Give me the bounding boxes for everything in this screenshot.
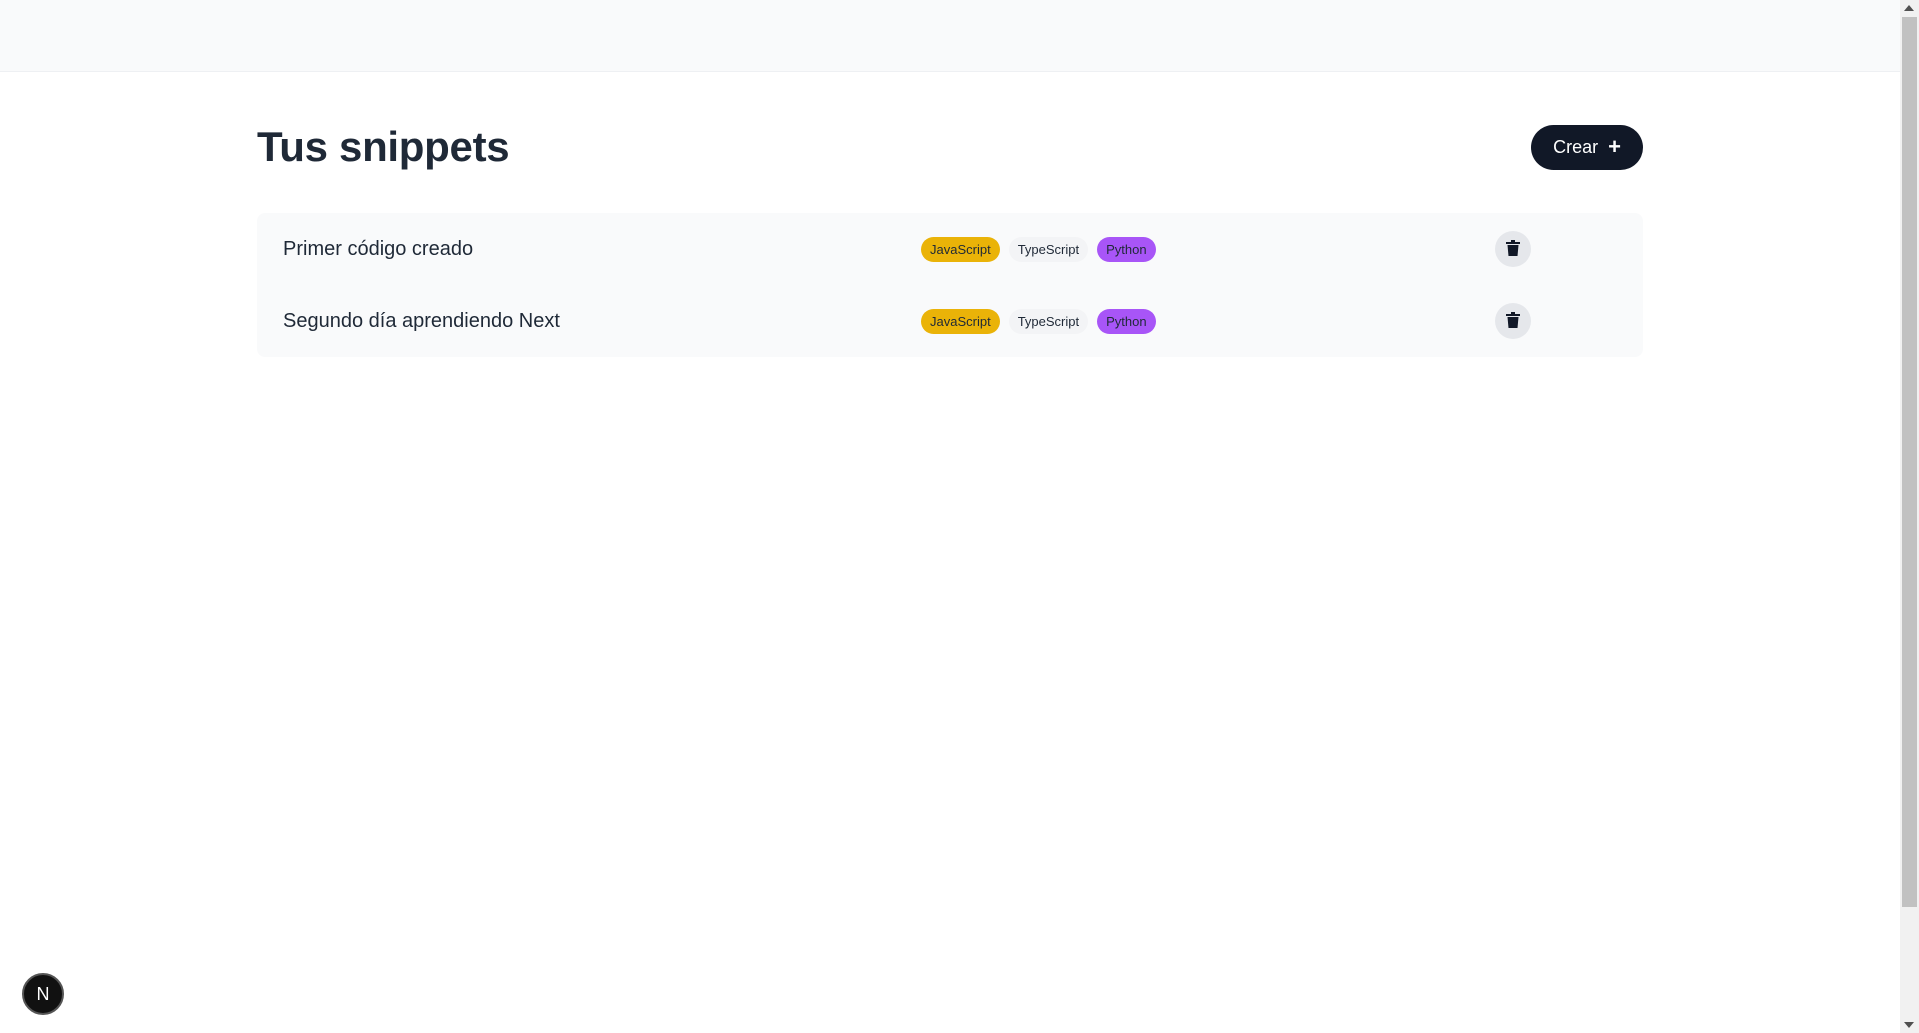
- snippet-title[interactable]: Segundo día aprendiendo Next: [283, 310, 560, 333]
- tag-python: Python: [1097, 308, 1156, 334]
- main-content: Tus snippets Crear + Primer código cread…: [257, 123, 1643, 357]
- tag-list: JavaScript TypeScript Python: [921, 236, 1156, 262]
- scroll-down-icon[interactable]: [1904, 1022, 1914, 1028]
- nextjs-logo-icon: N: [36, 983, 50, 1004]
- create-button-label: Crear: [1553, 136, 1599, 157]
- page-title: Tus snippets: [257, 123, 510, 170]
- scroll-up-icon[interactable]: [1904, 5, 1914, 11]
- tag-javascript: JavaScript: [921, 236, 1000, 262]
- snippet-row[interactable]: Segundo día aprendiendo Next JavaScript …: [257, 285, 1643, 357]
- tag-javascript: JavaScript: [921, 308, 1000, 334]
- delete-button[interactable]: [1495, 231, 1531, 267]
- plus-icon: +: [1608, 134, 1621, 159]
- snippet-title[interactable]: Primer código creado: [283, 238, 473, 261]
- trash-icon: [1506, 311, 1520, 331]
- delete-button[interactable]: [1495, 303, 1531, 339]
- create-button[interactable]: Crear +: [1531, 124, 1643, 170]
- scroll-thumb[interactable]: [1902, 17, 1917, 907]
- header-row: Tus snippets Crear +: [257, 123, 1643, 171]
- tag-python: Python: [1097, 236, 1156, 262]
- vertical-scrollbar[interactable]: [1900, 0, 1919, 1033]
- snippet-row[interactable]: Primer código creado JavaScript TypeScri…: [257, 213, 1643, 285]
- page: Tus snippets Crear + Primer código cread…: [0, 0, 1919, 1033]
- trash-icon: [1506, 239, 1520, 259]
- tag-typescript: TypeScript: [1008, 236, 1089, 262]
- nextjs-dev-badge[interactable]: N: [22, 973, 64, 1015]
- tag-typescript: TypeScript: [1008, 308, 1089, 334]
- top-navbar: [0, 0, 1900, 72]
- tag-list: JavaScript TypeScript Python: [921, 308, 1156, 334]
- snippet-list: Primer código creado JavaScript TypeScri…: [257, 213, 1643, 357]
